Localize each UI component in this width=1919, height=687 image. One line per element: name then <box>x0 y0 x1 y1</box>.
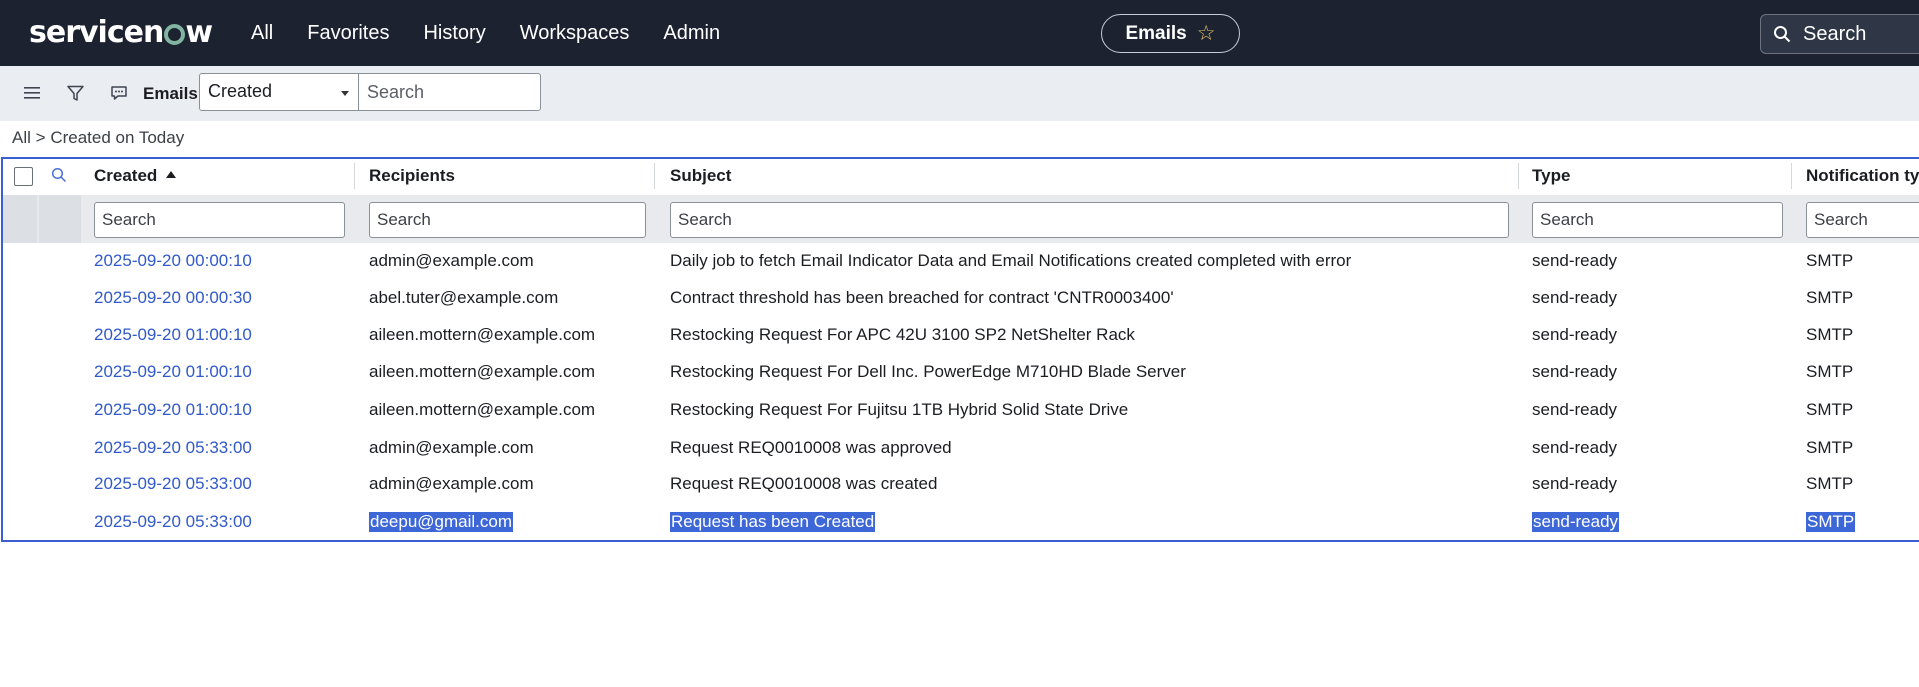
filter-recipients-input[interactable]: Search <box>369 202 646 238</box>
cell-subject: Restocking Request For Fujitsu 1TB Hybri… <box>670 400 1129 419</box>
column-header-notification-type[interactable]: Notification typ <box>1806 166 1919 186</box>
filter-type-input[interactable]: Search <box>1532 202 1783 238</box>
table-row[interactable]: 2025-09-20 00:00:10 admin@example.com Da… <box>3 243 1919 280</box>
cell-subject: Contract threshold has been breached for… <box>670 288 1174 307</box>
cell-recipients: aileen.mottern@example.com <box>369 362 596 381</box>
nav-item-history[interactable]: History <box>423 22 485 45</box>
cell-recipients: admin@example.com <box>369 474 534 493</box>
cell-created[interactable]: 2025-09-20 05:33:00 <box>94 512 252 532</box>
star-icon[interactable]: ☆ <box>1197 21 1216 46</box>
menu-icon[interactable] <box>21 82 43 104</box>
table-row[interactable]: 2025-09-20 05:33:00 admin@example.com Re… <box>3 430 1919 467</box>
cell-notification-type: SMTP <box>1806 400 1854 419</box>
column-header-subject[interactable]: Subject <box>670 166 731 186</box>
breadcrumb-filter[interactable]: Created on Today <box>50 128 184 147</box>
cell-recipients: abel.tuter@example.com <box>369 288 559 307</box>
filter-row-stub <box>39 195 81 243</box>
list-search-input[interactable]: Search <box>358 73 541 111</box>
cell-created[interactable]: 2025-09-20 00:00:30 <box>94 288 252 308</box>
cell-created[interactable]: 2025-09-20 01:00:10 <box>94 325 252 345</box>
breadcrumb-root[interactable]: All <box>12 128 31 147</box>
sort-ascending-icon <box>166 171 177 178</box>
cell-subject: Daily job to fetch Email Indicator Data … <box>670 251 1352 270</box>
cell-subject: Restocking Request For APC 42U 3100 SP2 … <box>670 325 1135 344</box>
cell-subject: Restocking Request For Dell Inc. PowerEd… <box>670 362 1186 381</box>
cell-recipients: aileen.mottern@example.com <box>369 400 596 419</box>
main-nav: All Favorites History Workspaces Admin <box>251 0 754 66</box>
cell-type: send-ready <box>1532 438 1618 457</box>
cell-notification-type: SMTP <box>1806 512 1856 532</box>
cell-recipients: admin@example.com <box>369 251 534 270</box>
select-all-checkbox[interactable] <box>14 167 33 186</box>
table-row[interactable]: 2025-09-20 00:00:30 abel.tuter@example.c… <box>3 280 1919 317</box>
cell-type: send-ready <box>1532 288 1618 307</box>
list-title: Emails <box>143 84 198 103</box>
cell-recipients: admin@example.com <box>369 438 534 457</box>
context-pill-label: Emails <box>1125 22 1187 44</box>
cell-created[interactable]: 2025-09-20 01:00:10 <box>94 400 252 420</box>
global-search[interactable]: Search <box>1760 14 1919 54</box>
cell-notification-type: SMTP <box>1806 474 1854 493</box>
cell-recipients: aileen.mottern@example.com <box>369 325 596 344</box>
comment-icon[interactable] <box>108 82 130 104</box>
table-row[interactable]: 2025-09-20 01:00:10 aileen.mottern@examp… <box>3 354 1919 391</box>
cell-type: send-ready <box>1532 400 1618 419</box>
filter-notification-type-input[interactable]: Search <box>1806 202 1919 238</box>
cell-created[interactable]: 2025-09-20 05:33:00 <box>94 474 252 494</box>
table-header-row: Created Recipients Subject Type Notifica… <box>3 159 1919 195</box>
column-divider <box>1518 163 1519 189</box>
cell-recipients: deepu@gmail.com <box>369 512 513 532</box>
nav-item-workspaces[interactable]: Workspaces <box>520 22 630 45</box>
column-header-created[interactable]: Created <box>94 166 177 186</box>
filter-subject-input[interactable]: Search <box>670 202 1509 238</box>
cell-type: send-ready <box>1532 474 1618 493</box>
cell-type: send-ready <box>1532 251 1618 270</box>
nav-item-favorites[interactable]: Favorites <box>307 22 389 45</box>
nav-item-admin[interactable]: Admin <box>663 22 720 45</box>
column-header-recipients[interactable]: Recipients <box>369 166 455 186</box>
cell-notification-type: SMTP <box>1806 325 1854 344</box>
servicenow-logo[interactable]: servicen w <box>29 12 213 52</box>
field-select-value: Created <box>208 81 273 101</box>
cell-type: send-ready <box>1532 362 1618 381</box>
search-icon <box>1774 26 1791 43</box>
cell-type: send-ready <box>1532 325 1618 344</box>
column-header-created-label: Created <box>94 166 158 185</box>
table-row[interactable]: 2025-09-20 01:00:10 aileen.mottern@examp… <box>3 317 1919 354</box>
search-icon[interactable] <box>51 167 67 188</box>
column-divider <box>654 163 655 189</box>
table-row[interactable]: 2025-09-20 01:00:10 aileen.mottern@examp… <box>3 392 1919 429</box>
filter-icon[interactable] <box>64 82 86 104</box>
cell-subject: Request has been Created <box>670 512 876 532</box>
column-header-type[interactable]: Type <box>1532 166 1570 186</box>
column-divider <box>354 163 355 189</box>
column-filter-row: Search Search Search Search Search <box>3 195 1919 243</box>
context-pill[interactable]: Emails ☆ <box>1101 14 1240 53</box>
cell-notification-type: SMTP <box>1806 288 1854 307</box>
nav-item-all[interactable]: All <box>251 22 273 45</box>
email-list-table: Created Recipients Subject Type Notifica… <box>1 157 1919 542</box>
table-row[interactable]: 2025-09-20 05:33:00 admin@example.com Re… <box>3 466 1919 503</box>
cell-notification-type: SMTP <box>1806 251 1854 270</box>
breadcrumb: All > Created on Today <box>12 128 184 148</box>
cell-subject: Request REQ0010008 was created <box>670 474 938 493</box>
table-row-selected[interactable]: 2025-09-20 05:33:00 deepu@gmail.com Requ… <box>3 504 1919 541</box>
top-navigation-bar: servicen w All Favorites History Workspac… <box>0 0 1919 66</box>
cell-created[interactable]: 2025-09-20 00:00:10 <box>94 251 252 271</box>
filter-row-stub <box>3 195 37 243</box>
cell-notification-type: SMTP <box>1806 362 1854 381</box>
column-divider <box>1791 163 1792 189</box>
cell-notification-type: SMTP <box>1806 438 1854 457</box>
cell-created[interactable]: 2025-09-20 01:00:10 <box>94 362 252 382</box>
breadcrumb-separator: > <box>35 128 46 147</box>
cell-created[interactable]: 2025-09-20 05:33:00 <box>94 438 252 458</box>
global-search-placeholder: Search <box>1803 22 1867 45</box>
cell-type: send-ready <box>1532 512 1620 532</box>
chevron-down-icon <box>341 91 349 96</box>
filter-created-input[interactable]: Search <box>94 202 345 238</box>
field-select[interactable]: Created <box>199 73 359 111</box>
cell-subject: Request REQ0010008 was approved <box>670 438 952 457</box>
